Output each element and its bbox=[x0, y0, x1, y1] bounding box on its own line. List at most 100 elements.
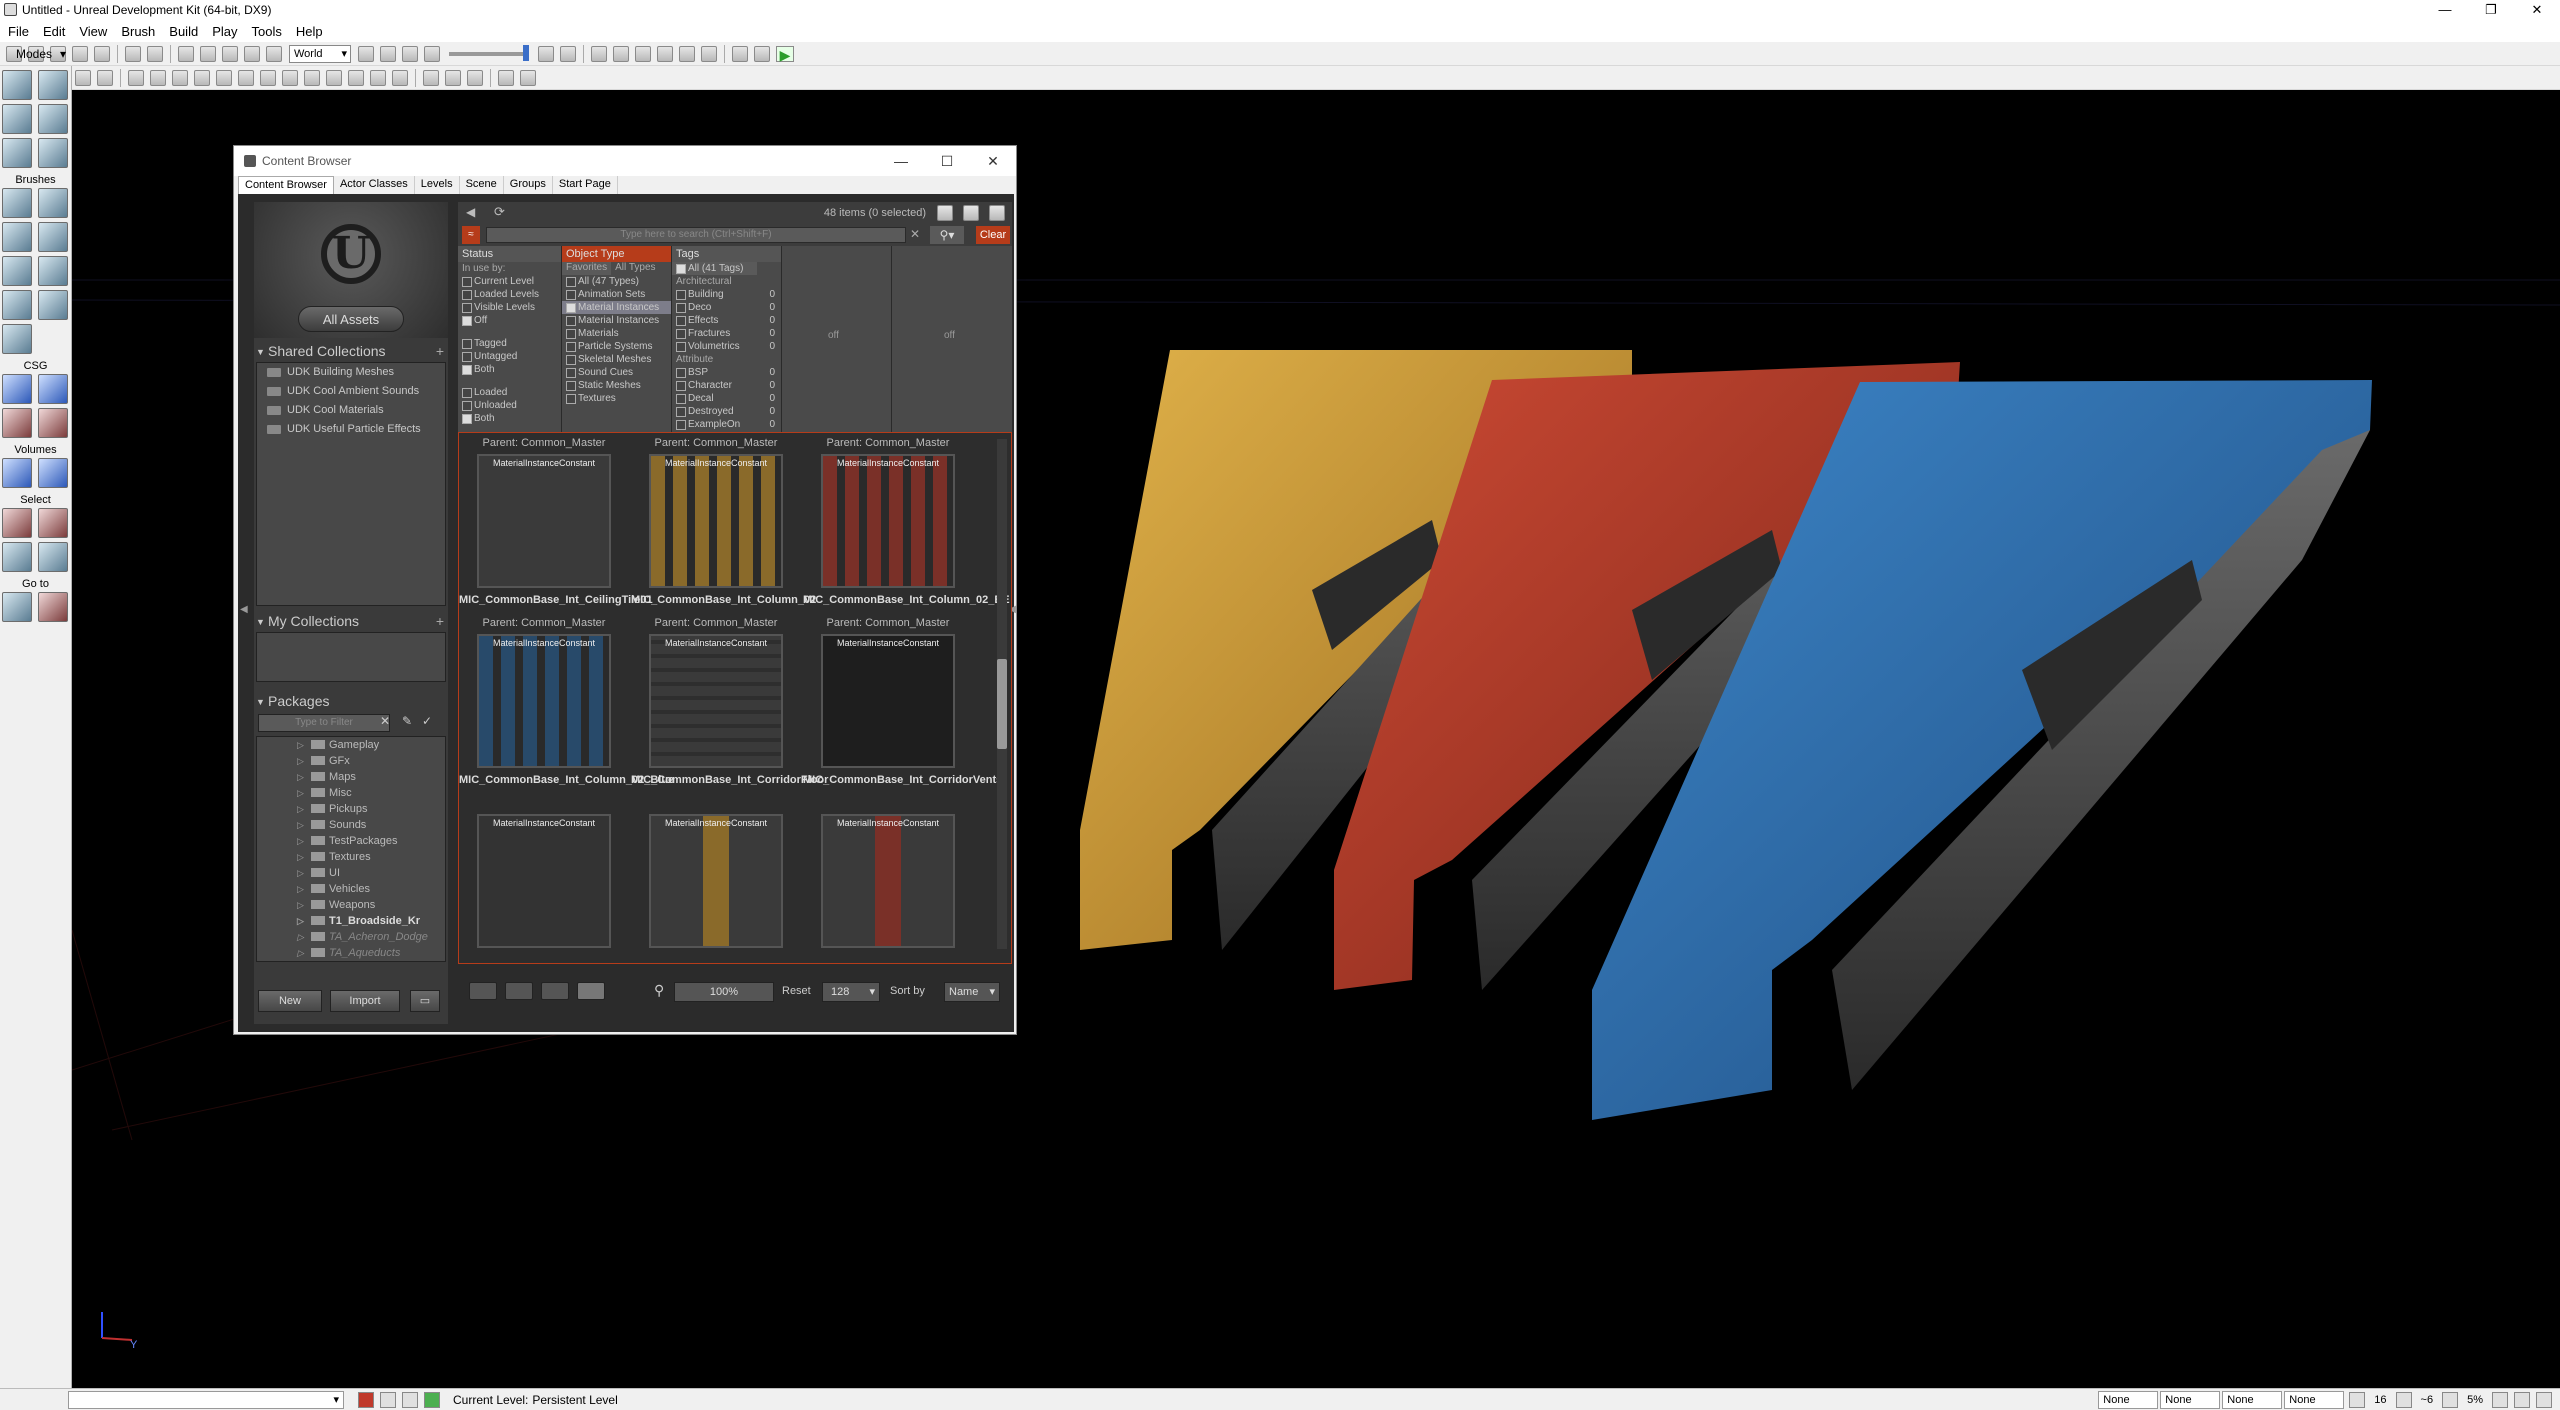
view-list-icon[interactable] bbox=[937, 205, 953, 221]
menu-tools[interactable]: Tools bbox=[252, 24, 282, 39]
tag-checkbox[interactable]: Volumetrics 0 bbox=[672, 340, 781, 353]
camera-speed-slider[interactable] bbox=[449, 44, 529, 61]
lightmap-density-icon[interactable] bbox=[326, 69, 342, 86]
camera-icon[interactable] bbox=[2492, 1391, 2508, 1408]
menu-play[interactable]: Play bbox=[212, 24, 237, 39]
tag-radio[interactable]: Both bbox=[458, 363, 561, 376]
goto-builder-brush-button[interactable] bbox=[38, 592, 68, 622]
asset-thumbnail[interactable]: MaterialInstanceConstant bbox=[477, 454, 611, 588]
unlit-icon[interactable] bbox=[172, 69, 188, 86]
add-my-collection-icon[interactable]: + bbox=[436, 612, 444, 630]
view-small-icon[interactable] bbox=[469, 982, 497, 1000]
delete-icon[interactable] bbox=[358, 1391, 374, 1408]
type-checkbox[interactable]: Materials bbox=[562, 327, 671, 340]
asset-tile[interactable]: Parent: Common_Master MaterialInstanceCo… bbox=[631, 437, 816, 607]
type-checkbox[interactable]: Skeletal Meshes bbox=[562, 353, 671, 366]
asset-tile[interactable]: Parent: Common_Master MaterialInstanceCo… bbox=[459, 617, 674, 787]
asset-tile[interactable]: MaterialInstanceConstant bbox=[631, 797, 801, 948]
cone-brush-button[interactable] bbox=[38, 188, 68, 218]
tag-checkbox[interactable]: Deco 0 bbox=[672, 301, 781, 314]
type-checkbox[interactable]: Static Meshes bbox=[562, 379, 671, 392]
tag-checkbox[interactable]: ExampleOn 0 bbox=[672, 418, 781, 431]
undo-icon[interactable] bbox=[125, 45, 141, 62]
asset-grid-scrollbar[interactable] bbox=[997, 439, 1007, 949]
translate-icon[interactable] bbox=[200, 45, 216, 62]
scale-nonuniform-icon[interactable] bbox=[266, 45, 282, 62]
tag-checkbox[interactable]: Decal 0 bbox=[672, 392, 781, 405]
menu-edit[interactable]: Edit bbox=[43, 24, 65, 39]
select-icon[interactable] bbox=[178, 45, 194, 62]
asset-thumbnail[interactable]: MaterialInstanceConstant bbox=[649, 814, 783, 948]
package-item[interactable]: Maps bbox=[257, 769, 445, 785]
texture-density-icon[interactable] bbox=[282, 69, 298, 86]
tab-groups[interactable]: Groups bbox=[504, 176, 553, 194]
generic-browser-icon[interactable] bbox=[560, 45, 576, 62]
build-lighting-icon[interactable] bbox=[613, 45, 629, 62]
type-checkbox[interactable]: Particle Systems bbox=[562, 340, 671, 353]
tab-start-page[interactable]: Start Page bbox=[553, 176, 618, 194]
drag-grid-icon[interactable] bbox=[424, 45, 440, 62]
package-item[interactable]: Weapons bbox=[257, 897, 445, 913]
asset-search-input[interactable]: Type here to search (Ctrl+Shift+F) bbox=[486, 227, 906, 243]
view-split-icon[interactable] bbox=[963, 205, 979, 221]
show-selected-button[interactable] bbox=[2, 508, 32, 538]
save-all-icon[interactable] bbox=[72, 45, 88, 62]
asset-tile[interactable]: Parent: Common_Master MaterialInstanceCo… bbox=[631, 617, 828, 787]
grid-icon[interactable] bbox=[2349, 1391, 2366, 1408]
import-button[interactable]: Import bbox=[330, 990, 400, 1012]
texture-align-mode-button[interactable] bbox=[38, 104, 68, 134]
build-paths-icon[interactable] bbox=[635, 45, 651, 62]
load-radio[interactable]: Unloaded bbox=[458, 399, 561, 412]
rotation-snap-icon[interactable] bbox=[2395, 1391, 2412, 1408]
cube-brush-button[interactable] bbox=[2, 188, 32, 218]
actor-icon[interactable] bbox=[423, 69, 439, 86]
snap-icon[interactable] bbox=[2514, 1391, 2530, 1408]
content-browser-icon[interactable] bbox=[538, 45, 554, 62]
asset-thumbnail[interactable]: MaterialInstanceConstant bbox=[821, 814, 955, 948]
build-geometry-icon[interactable] bbox=[591, 45, 607, 62]
package-filter-input[interactable]: Type to Filter bbox=[258, 714, 390, 732]
shader-complexity-icon[interactable] bbox=[304, 69, 320, 86]
view-large-icon[interactable] bbox=[541, 982, 569, 1000]
redo-icon[interactable] bbox=[147, 45, 163, 62]
csg-subtract-button[interactable] bbox=[38, 374, 68, 404]
coordinate-system-select[interactable]: World bbox=[289, 44, 351, 63]
asset-thumbnail[interactable]: MaterialInstanceConstant bbox=[477, 634, 611, 768]
asset-tile[interactable]: Parent: Common_Master MaterialInstanceCo… bbox=[803, 437, 1010, 607]
content-browser-titlebar[interactable]: Content Browser — ☐ ✕ bbox=[234, 146, 1016, 176]
rotate-icon[interactable] bbox=[222, 45, 238, 62]
cylinder-brush-button[interactable] bbox=[38, 222, 68, 252]
spiral-stair-brush-button[interactable] bbox=[2, 290, 32, 320]
favorites-tab[interactable]: Favorites bbox=[562, 262, 612, 275]
search-options-icon[interactable]: ⚲▾ bbox=[930, 226, 964, 244]
realtime-icon[interactable] bbox=[97, 69, 113, 86]
viewport-options-icon[interactable] bbox=[520, 69, 536, 86]
collection-item[interactable]: UDK Cool Ambient Sounds bbox=[257, 382, 445, 401]
tag-radio[interactable]: Untagged bbox=[458, 350, 561, 363]
package-item[interactable]: GFx bbox=[257, 753, 445, 769]
status-radio[interactable]: Visible Levels bbox=[458, 301, 561, 314]
lit-icon[interactable] bbox=[194, 69, 210, 86]
mesh-paint-mode-button[interactable] bbox=[2, 138, 32, 168]
tab-levels[interactable]: Levels bbox=[415, 176, 460, 194]
package-item[interactable]: UI bbox=[257, 865, 445, 881]
linear-stair-brush-button[interactable] bbox=[2, 256, 32, 286]
tag-radio[interactable]: Tagged bbox=[458, 337, 561, 350]
tag-checkbox[interactable]: Character 0 bbox=[672, 379, 781, 392]
cb-close-button[interactable]: ✕ bbox=[970, 146, 1016, 176]
asset-tile[interactable]: Parent: Common_Master MaterialInstanceCo… bbox=[459, 437, 653, 607]
shared-collections-header[interactable]: Shared Collections + bbox=[254, 342, 448, 361]
package-item[interactable]: T1_Broadside_Kr bbox=[257, 913, 445, 929]
scale-icon[interactable] bbox=[244, 45, 260, 62]
menu-file[interactable]: File bbox=[8, 24, 29, 39]
goto-actor-button[interactable] bbox=[2, 592, 32, 622]
scrollbar-thumb[interactable] bbox=[997, 659, 1007, 749]
asset-tile[interactable]: MaterialInstanceConstant bbox=[803, 797, 973, 948]
load-radio[interactable]: Loaded bbox=[458, 386, 561, 399]
play-on-console-icon[interactable] bbox=[754, 45, 770, 62]
drag-option-select[interactable]: None bbox=[2160, 1390, 2221, 1409]
folder-icon[interactable]: ▭ bbox=[410, 990, 440, 1012]
clear-button[interactable]: Clear bbox=[976, 226, 1010, 244]
menu-build[interactable]: Build bbox=[169, 24, 198, 39]
clear-search-icon[interactable]: ✕ bbox=[910, 227, 920, 241]
